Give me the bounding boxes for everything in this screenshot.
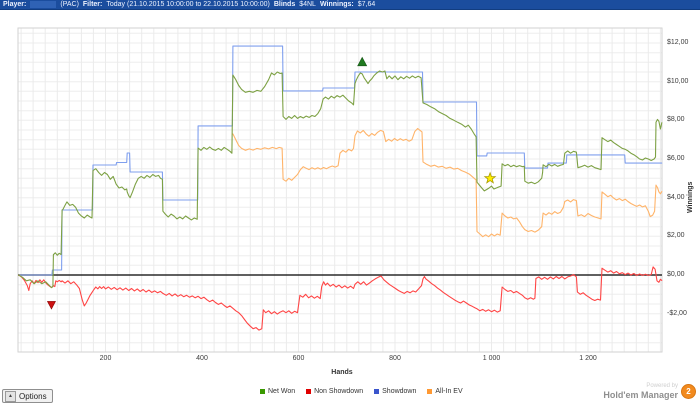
x-axis-tick-label: 400: [196, 355, 208, 362]
legend-label-all-in-ev: All-In EV: [435, 388, 463, 395]
legend-item-all-in-ev: All-In EV: [427, 388, 463, 395]
legend-item-showdown: Showdown: [374, 388, 416, 395]
x-axis-tick-label: 1 000: [482, 355, 501, 362]
powered-by-text: Powered by: [646, 383, 678, 389]
y-axis-tick-label: $6,00: [667, 155, 685, 162]
legend-item-net-won: Net Won: [260, 388, 295, 395]
y-axis-tick-label: $10,00: [667, 77, 689, 85]
branding-text: Powered by Hold'em Manager: [603, 383, 678, 400]
series-non-showdown: [18, 266, 663, 331]
options-button-label: Options: [19, 391, 47, 401]
series-showdown: [18, 45, 663, 276]
legend-swatch-all-in-ev: [427, 389, 433, 394]
legend-label-showdown: Showdown: [382, 388, 417, 395]
x-axis-tick-label: 800: [389, 355, 401, 362]
winnings-graph-canvas: [0, 0, 700, 404]
legend-item-non-showdown: Non Showdown: [306, 388, 363, 395]
legend-swatch-non-showdown: [306, 389, 312, 394]
series-net-won: [18, 70, 663, 289]
legend-swatch-showdown: [374, 389, 380, 394]
x-axis-title: Hands: [331, 369, 353, 376]
holdem-manager-logo-text: Hold'em Manager: [603, 390, 678, 400]
legend-swatch-net-won: [260, 389, 265, 394]
down-triangle-marker: [46, 301, 56, 310]
y-axis-tick-label: $0,00: [667, 271, 685, 278]
x-axis-tick-label: 1 200: [579, 355, 597, 362]
chart-legend: Net Won Non Showdown Showdown All-In EV: [260, 388, 463, 395]
powered-by-branding: Powered by Hold'em Manager 2: [603, 383, 696, 400]
collapse-arrow-icon: ▲: [5, 390, 16, 402]
star-marker: [483, 171, 497, 184]
x-axis-tick-label: 600: [292, 355, 305, 362]
y-axis-tick-label: $8,00: [667, 116, 685, 124]
options-button[interactable]: ▲ Options: [2, 389, 53, 403]
holdem-manager-graph-window: Player: (PAC) Filter: Today (21.10.2015 …: [0, 0, 700, 404]
legend-label-net-won: Net Won: [268, 388, 296, 395]
y-axis-tick-label: -$2,00: [667, 309, 687, 317]
y-axis-tick-label: $12,00: [667, 39, 689, 46]
hm2-logo-badge: 2: [681, 384, 696, 399]
y-axis-tick-label: $4,00: [667, 193, 685, 201]
legend-label-non-showdown: Non Showdown: [314, 388, 364, 395]
y-axis-tick-label: $2,00: [667, 232, 685, 240]
x-axis-tick-label: 200: [99, 355, 112, 362]
y-axis-title: Winnings: [687, 181, 694, 213]
series-all-in-ev: [232, 127, 663, 238]
